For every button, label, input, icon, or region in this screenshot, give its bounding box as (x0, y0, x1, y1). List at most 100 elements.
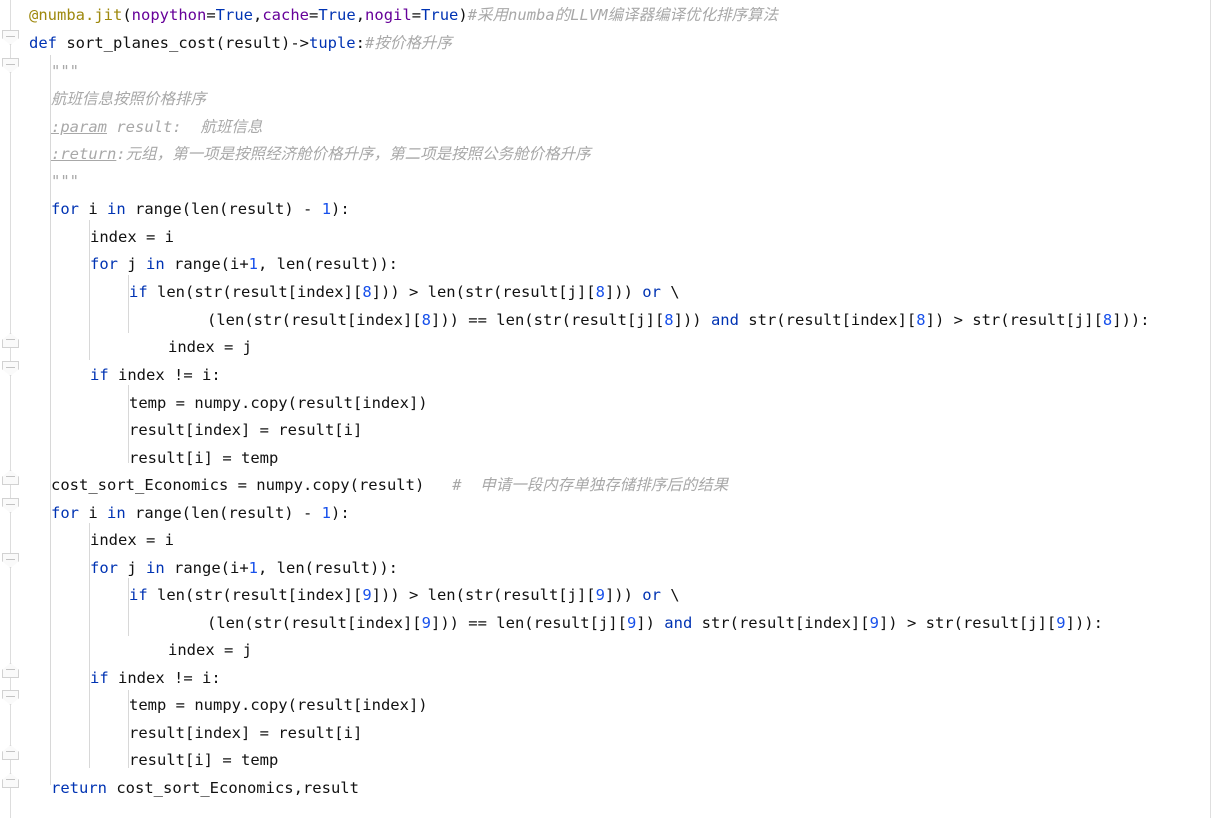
code-token-plain: temp = numpy.copy(result[index]) (129, 696, 428, 714)
code-token-plain: ])) == len(str(result[j][ (430, 311, 665, 329)
fold-marker-down-icon[interactable] (2, 553, 19, 568)
code-line[interactable]: """ (51, 168, 79, 196)
code-token-plain: (result) (215, 34, 291, 52)
code-token-plain: index != i: (108, 669, 221, 687)
code-line[interactable]: :return:元组，第一项是按照经济舱价格升序，第二项是按照公务舱价格升序 (51, 141, 591, 169)
code-token-plain: , len(result)): (258, 255, 398, 273)
code-line[interactable]: return cost_sort_Economics,result (51, 775, 359, 803)
code-line[interactable]: 航班信息按照价格排序 (51, 86, 206, 114)
code-token-plain: = (411, 6, 422, 24)
fold-marker-down-icon[interactable] (2, 361, 19, 376)
code-token-plain: result[i] = temp (129, 449, 279, 467)
code-line[interactable]: temp = numpy.copy(result[index]) (129, 390, 428, 418)
code-token-num: 9 (595, 586, 605, 604)
code-line[interactable]: @numba.jit(nopython=True,cache=True,nogi… (29, 2, 778, 30)
code-token-plain: temp = numpy.copy(result[index]) (129, 394, 428, 412)
fold-marker-down-icon[interactable] (2, 58, 19, 73)
code-token-plain: index = j (168, 641, 252, 659)
fold-marker-up-icon[interactable] (2, 470, 19, 485)
code-line[interactable]: result[i] = temp (129, 747, 278, 775)
code-token-plain: ])) (673, 311, 711, 329)
code-token-plain: , (355, 6, 366, 24)
code-token-num: 1 (248, 559, 259, 577)
code-token-num: 1 (321, 504, 331, 522)
code-token-num: 9 (1056, 614, 1066, 632)
code-editor[interactable]: @numba.jit(nopython=True,cache=True,nogi… (0, 0, 1228, 818)
code-token-kw: if (90, 669, 109, 687)
code-line[interactable]: if len(str(result[index][9])) > len(str(… (129, 582, 680, 610)
code-token-plain: = (206, 6, 216, 24)
fold-marker-down-icon[interactable] (2, 498, 19, 513)
fold-marker-up-icon[interactable] (2, 333, 19, 348)
code-line[interactable]: for i in range(len(result) - 1): (51, 500, 350, 528)
code-token-plain: str(result[index][ (738, 311, 917, 329)
code-token-kwarg: nogil (365, 6, 412, 24)
code-token-kw: in (146, 559, 165, 577)
code-token-plain: index = j (168, 338, 252, 356)
code-token-doc: 航班信息按照价格排序 (51, 90, 207, 108)
code-token-plain: (len(str(result[index][ (207, 311, 422, 329)
code-token-plain: len(str(result[index][ (147, 586, 363, 604)
fold-marker-up-icon[interactable] (2, 773, 19, 788)
code-line[interactable]: result[i] = temp (129, 445, 278, 473)
code-token-plain: -> (290, 34, 309, 52)
code-token-plain: range(i+ (164, 255, 249, 273)
code-token-plain: ])): (1112, 311, 1150, 329)
fold-marker-up-icon[interactable] (2, 663, 19, 678)
code-token-kw: True (421, 6, 459, 24)
code-token-kw: in (107, 200, 126, 218)
code-line[interactable]: result[index] = result[i] (129, 417, 362, 445)
code-line[interactable]: for i in range(len(result) - 1): (51, 196, 350, 224)
code-token-kw: True (318, 6, 356, 24)
code-token-plain: ]) > str(result[j][ (878, 614, 1057, 632)
code-line[interactable]: temp = numpy.copy(result[index]) (129, 692, 428, 720)
code-token-num: 1 (248, 255, 259, 273)
fold-marker-down-icon[interactable] (2, 690, 19, 705)
code-token-kw: for (90, 255, 118, 273)
code-token-kw: return (51, 779, 107, 797)
code-token-comment: # 申请一段内存单独存储排序后的结果 (452, 476, 729, 494)
code-line[interactable]: """ (51, 58, 79, 86)
code-token-doc: result: 航班信息 (107, 118, 263, 136)
code-line[interactable]: cost_sort_Economics = numpy.copy(result)… (51, 472, 728, 500)
code-line[interactable]: index = j (168, 637, 252, 665)
code-token-kw: if (129, 283, 148, 301)
editor-gutter[interactable] (0, 0, 22, 818)
code-line[interactable]: def sort_planes_cost(result)->tuple:#按价格… (29, 30, 452, 58)
code-line[interactable]: index = j (168, 334, 252, 362)
code-token-plain: j (118, 559, 146, 577)
code-token-kw: and (664, 614, 693, 632)
code-line[interactable]: result[index] = result[i] (129, 720, 362, 748)
code-line[interactable]: (len(str(result[index][9])) == len(resul… (207, 610, 1103, 638)
code-line[interactable]: (len(str(result[index][ 8])) == len(str(r… (207, 307, 1150, 335)
code-token-plain: ( (122, 6, 132, 24)
fold-marker-up-icon[interactable] (2, 745, 19, 760)
code-token-plain: (result) - (219, 200, 322, 218)
code-token-plain: (len(str(result[index][ (207, 614, 422, 632)
code-line[interactable]: if index != i: (90, 362, 221, 390)
code-token-plain: range(len(result) - (125, 504, 322, 522)
code-token-comment: #采用numba的LLVM编译器编译优化排序算法 (467, 6, 779, 24)
fold-marker-down-icon[interactable] (2, 30, 19, 45)
code-token-builtin: tuple (308, 34, 356, 52)
right-margin-guide (1210, 0, 1211, 818)
code-line[interactable]: if index != i: (90, 665, 221, 693)
code-token-plain: ]) (636, 614, 665, 632)
code-token-kw: and (710, 311, 739, 329)
code-token-deco: @numba.jit (29, 6, 123, 24)
code-line[interactable]: :param result: 航班信息 (51, 114, 262, 142)
code-token-plain: ])) (604, 586, 643, 604)
code-token-kw: for (90, 559, 118, 577)
code-line[interactable]: for j in range(i+1, len(result)): (90, 555, 398, 583)
code-token-num: 8 (362, 283, 372, 301)
code-token-plain: ( (181, 200, 192, 218)
code-line[interactable]: if len(str(result[index][8])) > len(str(… (129, 279, 680, 307)
code-line[interactable]: index = i (90, 224, 174, 252)
code-token-kwarg: cache (262, 6, 310, 24)
code-token-plain: i (79, 200, 107, 218)
code-content-area[interactable]: @numba.jit(nopython=True,cache=True,nogi… (22, 0, 1228, 818)
code-line[interactable]: index = i (90, 527, 174, 555)
code-token-kw: for (51, 200, 79, 218)
code-token-num: 8 (664, 311, 674, 329)
code-line[interactable]: for j in range(i+1, len(result)): (90, 251, 398, 279)
